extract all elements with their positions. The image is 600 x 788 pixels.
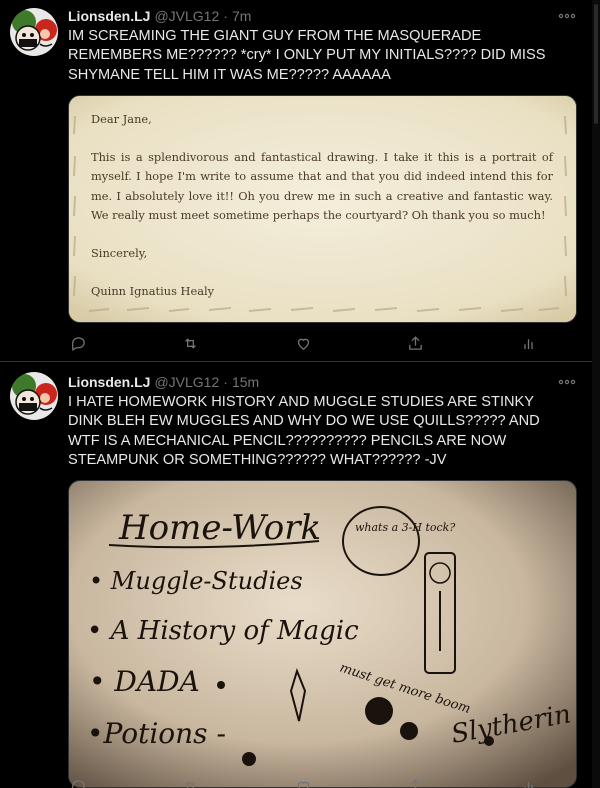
timestamp[interactable]: 7m — [232, 8, 251, 24]
letter-greeting: Dear Jane, — [91, 112, 152, 126]
letter-closing: Sincerely, — [91, 246, 148, 261]
letter-text: Dear Jane, This is a splendivorous and f… — [91, 110, 553, 301]
tweet-header: Lionsden.LJ @JVLG12 · 15m — [68, 372, 259, 392]
display-name[interactable]: Lionsden.LJ — [68, 374, 150, 390]
homework-drawing: Home-Work • Muggle-Studies • A History o… — [69, 481, 576, 787]
separator: · — [223, 8, 228, 24]
scrollbar-thumb[interactable] — [594, 4, 598, 124]
more-icon[interactable] — [556, 374, 578, 390]
tweet[interactable]: Lionsden.LJ @JVLG12 · 15m I HATE HOMEWOR… — [0, 362, 592, 788]
separator: · — [223, 374, 228, 390]
tweet-image[interactable]: Dear Jane, This is a splendivorous and f… — [68, 95, 577, 323]
drawing-item: • Muggle-Studies — [89, 567, 303, 595]
avatar[interactable] — [10, 8, 58, 56]
handle[interactable]: @JVLG12 — [154, 8, 219, 24]
more-icon[interactable] — [556, 8, 578, 24]
tweet-actions — [68, 333, 538, 353]
handle[interactable]: @JVLG12 — [154, 374, 219, 390]
tweet-header: Lionsden.LJ @JVLG12 · 7m — [68, 6, 251, 26]
like-icon[interactable] — [293, 776, 313, 788]
drawing-item: • DADA — [89, 665, 200, 698]
tweet-text: I HATE HOMEWORK HISTORY AND MUGGLE STUDI… — [68, 394, 540, 468]
tweet-image[interactable]: Home-Work • Muggle-Studies • A History o… — [68, 480, 577, 788]
drawing-bubble: whats a 3-H tock? — [355, 521, 455, 534]
scrollbar[interactable] — [592, 0, 600, 788]
retweet-icon[interactable] — [181, 333, 201, 353]
letter-signature: Quinn Ignatius Healy — [91, 284, 215, 299]
reply-icon[interactable] — [68, 333, 88, 353]
timestamp[interactable]: 15m — [232, 374, 259, 390]
letter-image: Dear Jane, This is a splendivorous and f… — [69, 96, 576, 322]
tweet-actions — [68, 776, 538, 788]
reply-icon[interactable] — [68, 776, 88, 788]
share-icon[interactable] — [406, 333, 426, 353]
display-name[interactable]: Lionsden.LJ — [68, 8, 150, 24]
drawing-title: Home-Work — [118, 508, 321, 548]
avatar[interactable] — [10, 372, 58, 420]
drawing-item: •Potions - — [87, 717, 226, 750]
drawing-item: • A History of Magic — [87, 616, 359, 646]
tweet[interactable]: Lionsden.LJ @JVLG12 · 7m IM SCREAMING TH… — [0, 0, 592, 362]
timeline: Lionsden.LJ @JVLG12 · 7m IM SCREAMING TH… — [0, 0, 592, 788]
like-icon[interactable] — [293, 333, 313, 353]
letter-body: This is a splendivorous and fantastical … — [91, 150, 553, 222]
analytics-icon[interactable] — [518, 333, 538, 353]
retweet-icon[interactable] — [181, 776, 201, 788]
analytics-icon[interactable] — [518, 776, 538, 788]
tweet-text: IM SCREAMING THE GIANT GUY FROM THE MASQ… — [68, 28, 546, 83]
share-icon[interactable] — [406, 776, 426, 788]
